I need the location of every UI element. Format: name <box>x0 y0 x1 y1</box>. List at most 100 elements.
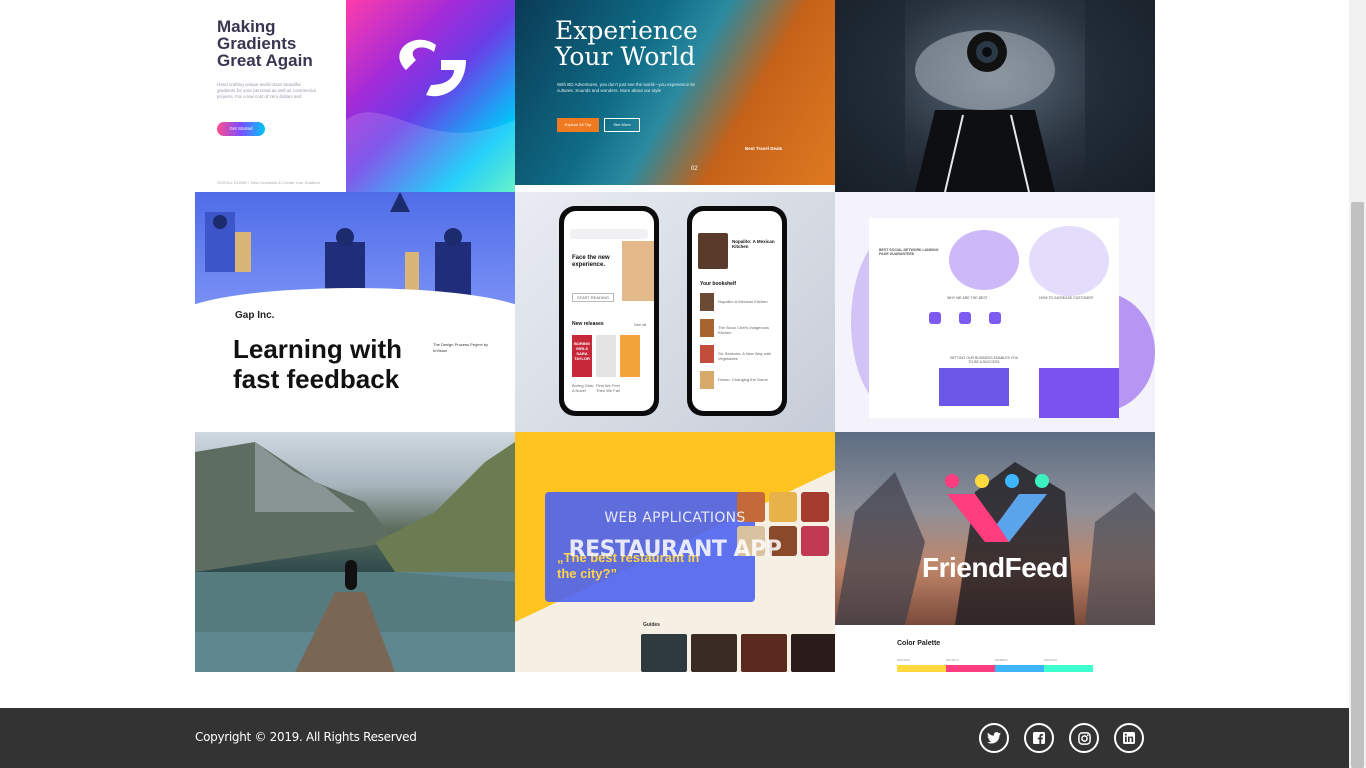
landing-page-mockup: BEST SOCIAL NETWORK LANDING PAGE GUARANT… <box>869 218 1119 418</box>
new-releases-heading: New releases <box>572 321 604 327</box>
restaurant-subtitle: WEB APPLICATIONS <box>604 510 746 526</box>
lake-photo <box>195 442 515 672</box>
feature-icon-3 <box>989 312 1001 324</box>
instagram-link[interactable] <box>1069 723 1099 753</box>
swatch-label-4: #3DFFD0 <box>1044 658 1058 662</box>
scrollbar-thumb[interactable] <box>1351 202 1364 768</box>
gradient-artwork <box>346 0 515 192</box>
bookshelf-item-4: Dinner: Changing the Game <box>718 377 768 382</box>
experience-body: With BD Adventures, you don't just see t… <box>557 82 695 93</box>
guides-heading: Guides <box>643 622 660 628</box>
portfolio-item-book-app[interactable]: Face the new experience. START READING N… <box>515 192 835 432</box>
bookshelf-thumb-2 <box>700 319 714 337</box>
book-app-hero-image <box>622 241 654 301</box>
explore-button: Explore All Trip <box>557 118 599 132</box>
bookshelf-item-3: Six Seasons: A New Way with Vegetables <box>718 351 771 361</box>
guide-thumb-4 <box>791 634 835 672</box>
color-palette-title: Color Palette <box>897 640 941 647</box>
linkedin-link[interactable] <box>1114 723 1144 753</box>
gradients-button: Get Started <box>217 122 265 136</box>
kitchen-book-cover <box>698 233 728 269</box>
bookshelf-heading: Your bookshelf <box>700 281 737 287</box>
gradients-body: Hand crafting unique world-class beautif… <box>217 82 316 99</box>
logo-dot-2 <box>975 474 989 488</box>
swatch-label-1: #FFD93D <box>897 658 911 662</box>
instagram-icon <box>1077 731 1091 745</box>
bookshelf-item-2: The Sioux Chef's Indigenous Kitchen <box>718 325 770 335</box>
gradients-panel: Making Gradients Great Again Hand crafti… <box>195 0 346 192</box>
book-search-bar <box>570 229 648 239</box>
bookshelf-thumb-1 <box>700 293 714 311</box>
twitter-icon <box>987 732 1001 744</box>
book-app-heading: Face the new experience. <box>572 255 610 268</box>
twitter-link[interactable] <box>979 723 1009 753</box>
gap-project-label: The Design Process Project by InVision <box>433 342 488 353</box>
start-reading-button: START READING <box>572 293 615 302</box>
portfolio-item-friendfeed[interactable]: FriendFeed Color Palette #FFD93D #FF3D7F… <box>835 432 1155 672</box>
restaurant-title: RESTAURANT APP <box>568 537 782 562</box>
swatch-3 <box>995 665 1044 672</box>
swatch-2 <box>946 665 995 672</box>
experience-title: Experience Your World <box>555 18 698 70</box>
landing-section-2: HOW TO INCREASE CUSTOMER <box>1039 296 1094 300</box>
social-links <box>979 723 1144 753</box>
site-footer: Copyright © 2019. All Rights Reserved <box>0 708 1349 768</box>
swatch-label-3: #3DB6FF <box>995 658 1008 662</box>
book-cover-boring-girls: BORING GIRLS SARA TAYLOR <box>572 335 592 377</box>
portfolio-grid: Making Gradients Great Again Hand crafti… <box>195 0 1155 672</box>
portfolio-item-photographer[interactable] <box>835 0 1155 192</box>
gap-headline: Learning with fast feedback <box>233 334 402 394</box>
logo-dot-4 <box>1035 474 1049 488</box>
experience-title-line2: Your World <box>555 42 696 71</box>
gradients-footer: SCROLL DOWN ↓ New Gradients & Create You… <box>217 180 320 185</box>
page-scrollbar[interactable] <box>1349 0 1366 768</box>
gap-brand: Gap Inc. <box>235 310 275 321</box>
landing-section-3: GETTING OUR BUSINESS ENABLES YOU TO BE A… <box>949 356 1019 364</box>
guide-thumb-2 <box>691 634 737 672</box>
see-more-button: See More <box>604 118 640 132</box>
kitchen-book-title: Nopalito: A Mexican Kitchen <box>732 239 775 249</box>
portfolio-item-gap[interactable]: Gap Inc. Learning with fast feedback The… <box>195 192 515 432</box>
see-all-link: See all <box>634 322 647 327</box>
landing-headline: BEST SOCIAL NETWORK LANDING PAGE GUARANT… <box>879 248 939 256</box>
facebook-icon <box>1033 732 1045 744</box>
book-title-2: First We Feel Then We Fall <box>596 383 620 393</box>
phone-left-screen: Face the new experience. START READING N… <box>564 211 654 411</box>
friendfeed-wordmark: FriendFeed <box>922 552 1068 583</box>
gradient-logo-icon <box>346 39 515 192</box>
swatch-label-2: #FF3D7F <box>946 658 959 662</box>
logo-dot-3 <box>1005 474 1019 488</box>
portfolio-item-restaurant-app[interactable]: „The best restaurant in the city?” WEB A… <box>515 432 835 672</box>
facebook-link[interactable] <box>1024 723 1054 753</box>
guide-thumb-1 <box>641 634 687 672</box>
copyright-text: Copyright © 2019. All Rights Reserved <box>195 730 417 744</box>
color-palette-swatches <box>897 665 1093 672</box>
feature-icon-1 <box>929 312 941 324</box>
portfolio-item-lake-photo[interactable] <box>195 432 515 672</box>
phone-right-screen: Nopalito: A Mexican Kitchen Your bookshe… <box>692 211 782 411</box>
bookshelf-thumb-3 <box>700 345 714 363</box>
portfolio-item-gradients[interactable]: Making Gradients Great Again Hand crafti… <box>195 0 515 192</box>
landing-hero-blob-2 <box>1029 226 1109 296</box>
swatch-4 <box>1044 665 1093 672</box>
landing-signup-box <box>1039 368 1119 418</box>
guide-thumb-3 <box>741 634 787 672</box>
portfolio-item-landing-page[interactable]: BEST SOCIAL NETWORK LANDING PAGE GUARANT… <box>835 192 1155 432</box>
experience-title-line1: Experience <box>555 16 698 45</box>
friendfeed-logo-icon <box>947 494 1047 542</box>
experience-bottom-bar <box>515 185 835 192</box>
slide-counter: 02 <box>691 166 698 172</box>
portfolio-item-experience[interactable]: Experience Your World With BD Adventures… <box>515 0 835 192</box>
book-title-1: Boring Girls: A Novel <box>572 383 595 393</box>
travel-deals-label: Best Travel Deals <box>745 146 783 151</box>
guides-thumbnails <box>641 634 835 672</box>
phone-right: Nopalito: A Mexican Kitchen Your bookshe… <box>687 206 787 416</box>
landing-hero-blob <box>949 230 1019 290</box>
gradients-title: Making Gradients Great Again <box>217 17 313 70</box>
bookshelf-thumb-4 <box>700 371 714 389</box>
feature-icon-2 <box>959 312 971 324</box>
photographer-photo <box>835 0 1155 192</box>
phone-left: Face the new experience. START READING N… <box>559 206 659 416</box>
logo-dot-1 <box>945 474 959 488</box>
swatch-1 <box>897 665 946 672</box>
